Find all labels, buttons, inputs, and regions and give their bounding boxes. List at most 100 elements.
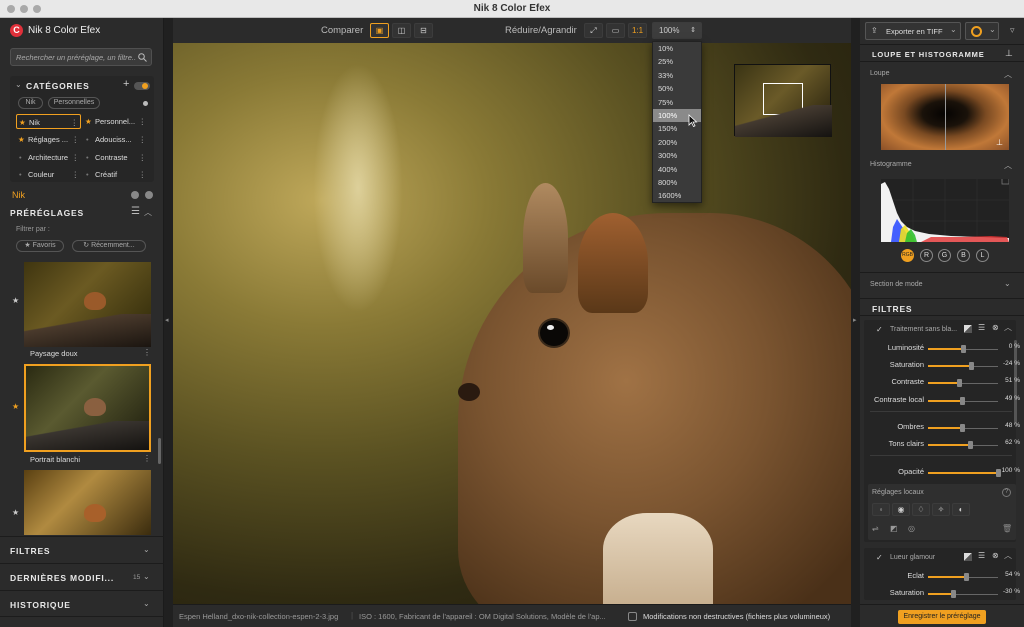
add-category-button[interactable] <box>145 191 153 199</box>
slider-thumb[interactable] <box>968 441 973 449</box>
right-panel-collapse-handle[interactable]: ▸ <box>851 18 860 627</box>
trash-icon[interactable]: 🗑 <box>1002 524 1012 533</box>
zoom-option[interactable]: 1600% <box>653 189 701 202</box>
channel-b-button[interactable]: B <box>957 249 970 262</box>
loupe-view[interactable]: ⊥ <box>881 84 1009 150</box>
close-icon[interactable]: ⊗ <box>992 323 999 332</box>
chevron-up-icon[interactable]: ︿ <box>1004 322 1012 333</box>
zoom-option[interactable]: 33% <box>653 69 701 82</box>
mask-icon[interactable]: ◩ <box>890 524 898 533</box>
zoom-select[interactable]: 100% ⇕ <box>652 22 702 39</box>
filter-recent-button[interactable]: ↻ Récemment... <box>72 240 146 252</box>
compare-icon[interactable] <box>964 325 972 333</box>
star-icon[interactable]: ★ <box>12 402 19 411</box>
zoom-option[interactable]: 300% <box>653 149 701 162</box>
star-icon[interactable]: ★ <box>12 508 19 517</box>
section-filters[interactable]: FILTRES ⌄ <box>0 536 164 563</box>
preset-menu-icon[interactable]: ⋮ <box>143 348 151 357</box>
navigator-thumbnail[interactable] <box>734 64 832 137</box>
category-item-adouciss[interactable]: • Adouciss... ⋮ <box>83 132 148 147</box>
slider-saturation-2[interactable]: Saturation -30 % <box>866 585 1020 601</box>
star-icon[interactable]: ★ <box>12 296 19 305</box>
left-panel-collapse-handle[interactable]: ◂ <box>164 18 173 627</box>
category-tab-nik[interactable]: Nik <box>18 97 43 109</box>
slider-saturation[interactable]: Saturation -24 % <box>866 357 1020 373</box>
chevron-up-icon[interactable]: ︿ <box>144 207 152 218</box>
brush-tool[interactable]: ◉ <box>892 503 910 516</box>
slider-track[interactable] <box>928 441 998 449</box>
channel-r-button[interactable]: R <box>920 249 933 262</box>
help-icon[interactable]: ? <box>1002 488 1011 497</box>
chevron-up-icon[interactable]: ︿ <box>1004 69 1012 80</box>
category-item-personnel[interactable]: ★ Personnel... ⋮ <box>83 114 148 129</box>
clear-category-icon[interactable] <box>131 191 139 199</box>
channel-rgb-button[interactable]: RGB <box>901 249 914 262</box>
filter-enabled-checkbox[interactable]: ✓ <box>876 553 883 562</box>
slider-track[interactable] <box>928 573 998 581</box>
slider-track[interactable] <box>928 345 998 353</box>
slider-track[interactable] <box>928 590 998 598</box>
slider-track[interactable] <box>928 469 1001 477</box>
add-category-icon[interactable]: + <box>123 78 129 90</box>
slider-thumb[interactable] <box>956 379 962 387</box>
slider-thumb[interactable] <box>959 397 965 405</box>
category-item-architecture[interactable]: • Architecture ⋮ <box>16 150 81 165</box>
menu-icon[interactable]: ☰ <box>978 551 985 560</box>
zoom-option[interactable]: 200% <box>653 136 701 149</box>
menu-icon[interactable]: ☰ <box>978 323 985 332</box>
slider-glow[interactable]: Eclat 54 % <box>866 568 1020 584</box>
filter-enabled-checkbox[interactable]: ✓ <box>876 325 883 334</box>
nondestructive-checkbox[interactable] <box>628 612 637 621</box>
photo-canvas[interactable] <box>173 43 851 604</box>
save-preset-button[interactable]: Enregistrer le préréglage <box>898 610 986 624</box>
preset-menu-icon[interactable]: ⋮ <box>143 454 151 463</box>
zoom-option[interactable]: 25% <box>653 55 701 68</box>
slider-highlights[interactable]: Tons clairs 62 % <box>866 436 1020 452</box>
slider-track[interactable] <box>928 397 998 405</box>
preset-thumbnail-selected[interactable] <box>24 364 151 452</box>
compare-vertical-button[interactable]: ⊟ <box>414 23 433 38</box>
zoom-option[interactable]: 50% <box>653 82 701 95</box>
link-icon[interactable]: ⇌ <box>872 524 879 533</box>
slider-thumb[interactable] <box>996 469 1001 477</box>
loupe-histogram-header[interactable]: LOUPE ET HISTOGRAMME ⊥ <box>860 44 1024 62</box>
mode-section[interactable]: Section de mode ⌄ <box>860 272 1024 294</box>
category-tab-personnelles[interactable]: Personnelles <box>48 97 100 109</box>
slider-track[interactable] <box>928 379 998 387</box>
section-recent-changes[interactable]: DERNIÈRES MODIFI... 15 ⌄ <box>0 563 164 590</box>
category-item-creatif[interactable]: • Créatif ⋮ <box>83 167 148 182</box>
chevron-up-icon[interactable]: ︿ <box>1004 550 1012 561</box>
pin-icon[interactable]: ⊥ <box>996 138 1003 147</box>
preset-thumbnail[interactable] <box>24 470 151 535</box>
slider-track[interactable] <box>928 424 998 432</box>
slider-track[interactable] <box>928 362 998 370</box>
compare-side-button[interactable]: ◫ <box>392 23 411 38</box>
luminance-tool[interactable]: ◐ <box>952 503 970 516</box>
search-input[interactable]: Rechercher un préréglage, un filtre... <box>10 48 152 66</box>
channel-l-button[interactable]: L <box>976 249 989 262</box>
category-toggle[interactable] <box>134 82 150 90</box>
slider-thumb[interactable] <box>963 573 969 581</box>
slider-local-contrast[interactable]: Contraste local 49 % <box>866 392 1020 408</box>
compare-split-button[interactable]: ▣ <box>370 23 389 38</box>
category-item-couleur[interactable]: • Couleur ⋮ <box>16 167 81 182</box>
slider-thumb[interactable] <box>961 345 966 353</box>
compare-icon[interactable] <box>964 553 972 561</box>
slider-thumb[interactable] <box>959 424 965 432</box>
slider-thumb[interactable] <box>969 362 975 370</box>
slider-thumb[interactable] <box>950 590 956 598</box>
category-item-contraste[interactable]: • Contraste ⋮ <box>83 150 148 165</box>
preset-thumbnail[interactable] <box>24 262 151 347</box>
slider-brightness[interactable]: Luminosité 0 % <box>866 340 1020 356</box>
fit-screen-button[interactable]: ⤢ <box>584 23 603 38</box>
close-icon[interactable]: ⊗ <box>992 551 999 560</box>
slider-opacity[interactable]: Opacité 100 % <box>866 464 1020 480</box>
list-view-icon[interactable]: ☰ <box>131 206 140 217</box>
chevron-down-icon[interactable]: ⌄ <box>15 80 22 89</box>
export-button[interactable]: ⇪ Exporter en TIFF ⌄ <box>865 22 961 40</box>
category-item-nik[interactable]: ★ Nik ⋮ <box>16 114 81 129</box>
zoom-option[interactable]: 10% <box>653 42 701 55</box>
slider-shadows[interactable]: Ombres 48 % <box>866 419 1020 435</box>
section-history[interactable]: HISTORIQUE ⌄ <box>0 590 164 617</box>
invert-icon[interactable]: ◎ <box>908 524 915 533</box>
